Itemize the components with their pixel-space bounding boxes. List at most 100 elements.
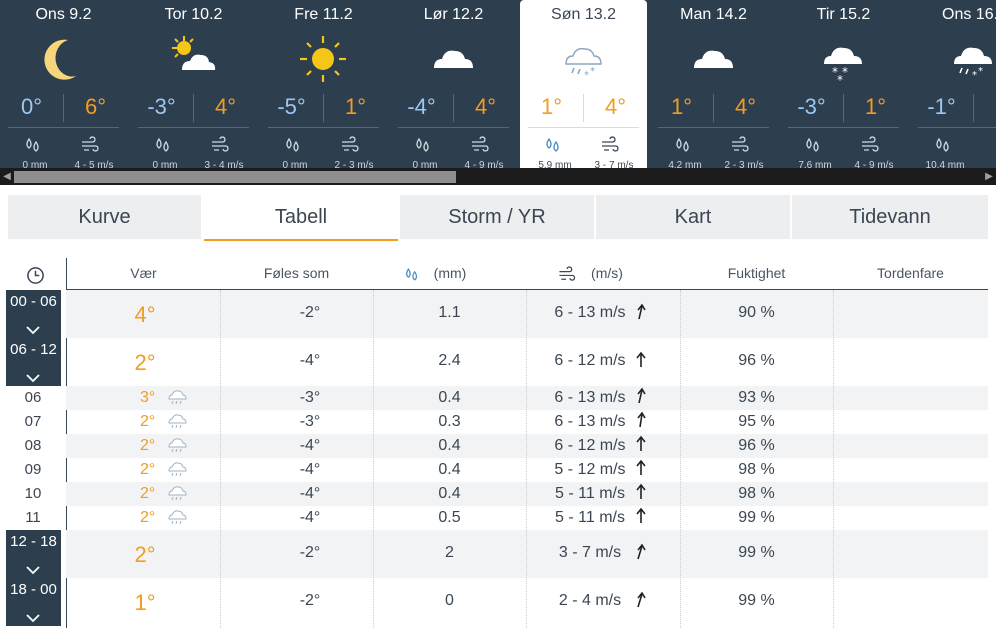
temp-divider: [973, 94, 974, 122]
hour-label: 06: [24, 389, 42, 406]
wind-direction-arrow-icon: [637, 411, 646, 428]
humidity: 99 %: [738, 592, 775, 609]
svg-text:*: *: [590, 66, 595, 77]
temp-low: -1°: [927, 94, 956, 119]
day-card-1[interactable]: Tor 10.2 -3° 4° 0 mm 3 - 4 m/s: [130, 0, 257, 168]
scroll-left-arrow-icon[interactable]: ◀: [0, 168, 14, 185]
header-wind: (m/s): [591, 265, 623, 281]
precip: 0.5: [438, 509, 461, 526]
wind-icon: [732, 136, 749, 152]
period-toggle-12-18[interactable]: 12 - 18: [6, 530, 61, 578]
wind: 2 - 4 m/s: [558, 592, 622, 609]
temp-high: 1°: [864, 94, 887, 119]
raindrops-icon: [286, 137, 299, 152]
day-label: Lør 12.2: [423, 6, 484, 23]
temperature: 2°: [134, 542, 156, 567]
temperature: 3°: [140, 389, 156, 406]
temp-low: 1°: [670, 94, 693, 119]
humidity: 96 %: [738, 437, 775, 454]
header-humidity: Fuktighet: [727, 265, 786, 281]
tab-storm-yr[interactable]: Storm / YR: [400, 195, 594, 239]
temperature: 4°: [134, 302, 156, 327]
raindrops-icon: [156, 137, 169, 152]
humidity: 98 %: [738, 485, 775, 502]
forecast-table: Vær Føles som (mm) (m/s) Fuktighet Torde…: [0, 258, 996, 630]
day-card-4-selected[interactable]: Søn 13.2 * * 1° 4° 5.9 mm 3 - 7 m/s: [520, 0, 647, 168]
humidity: 99 %: [738, 509, 775, 526]
day-label: Man 14.2: [680, 6, 747, 23]
day-card-2[interactable]: Fre 11.2 -5° 1° 0 mm 2 - 3 m/s: [260, 0, 387, 168]
day-card-6[interactable]: Tir 15.2 * * * -3° 1° 7.6 mm 4 - 9 m/s: [780, 0, 907, 168]
wind-direction-arrow-icon: [636, 351, 646, 367]
temp-low: 0°: [20, 94, 43, 119]
precip-value: 4.2 mm: [668, 160, 702, 168]
temperature: 2°: [140, 461, 156, 478]
sleet-icon: [168, 486, 187, 501]
wind-value: 4 - 5 m/s: [74, 160, 114, 168]
tab-tabell[interactable]: Tabell: [204, 195, 398, 241]
wind-direction-arrow-icon: [637, 543, 646, 560]
day-strip: Ons 9.2 0° 6° 0 mm 4 - 5 m/s Tor 10.2 -3…: [0, 0, 996, 168]
precip-value: 0 mm: [152, 160, 178, 168]
precip: 0.4: [438, 461, 461, 478]
precip-value: 0 mm: [282, 160, 308, 168]
moon-icon: [44, 39, 76, 80]
raindrops-icon: [806, 137, 819, 152]
row-divider: [918, 127, 996, 128]
temperature: 2°: [140, 413, 156, 430]
row-divider: [658, 127, 769, 128]
scrollbar-thumb[interactable]: [14, 171, 456, 183]
row-divider: [528, 127, 639, 128]
wind-icon: [602, 136, 619, 152]
period-toggle-06-12[interactable]: 06 - 12: [6, 338, 61, 386]
period-toggle-18-00[interactable]: 18 - 00: [6, 578, 61, 626]
humidity: 98 %: [738, 461, 775, 478]
row-bg: [66, 434, 988, 458]
raindrops-icon: [936, 137, 949, 152]
period-toggle-00-06[interactable]: 00 - 06: [6, 290, 61, 338]
row-bg: [66, 482, 988, 506]
humidity: 95 %: [738, 413, 775, 430]
sleet-icon: [168, 414, 187, 429]
wind-direction-arrow-icon: [636, 507, 646, 523]
day-card-5[interactable]: Man 14.2 1° 4° 4.2 mm 2 - 3 m/s: [650, 0, 777, 168]
temperature: 1°: [134, 590, 156, 615]
column-divider: [680, 290, 681, 628]
column-divider: [833, 290, 834, 628]
temperature: 2°: [140, 437, 156, 454]
wind-direction-arrow-icon: [636, 483, 646, 499]
wind-icon: [559, 266, 576, 281]
wind-icon: [212, 136, 229, 152]
temperature: 2°: [140, 509, 156, 526]
wind: 5 - 12 m/s: [554, 461, 626, 478]
clock-icon: [27, 267, 44, 284]
header-thunder: Tordenfare: [877, 265, 944, 281]
wind-direction-arrow-icon: [636, 459, 646, 475]
tab-kart[interactable]: Kart: [596, 195, 790, 239]
column-divider: [373, 290, 374, 628]
day-card-3[interactable]: Lør 12.2 -4° 4° 0 mm 4 - 9 m/s: [390, 0, 517, 168]
temp-low: -5°: [277, 94, 306, 119]
precip-value: 5.9 mm: [538, 160, 572, 168]
header-weather: Vær: [130, 265, 157, 281]
precip: 0.3: [438, 413, 461, 430]
humidity: 93 %: [738, 389, 775, 406]
humidity: 90 %: [738, 304, 775, 321]
wind: 6 - 12 m/s: [554, 352, 626, 369]
header-feels-like: Føles som: [263, 265, 330, 281]
row-bg: [66, 290, 988, 338]
temp-high: 4°: [474, 94, 497, 119]
wind: 5 - 11 m/s: [555, 509, 625, 526]
chevron-down-icon: [26, 614, 40, 623]
tab-kurve[interactable]: Kurve: [8, 195, 201, 239]
day-card-0[interactable]: Ons 9.2 0° 6° 0 mm 4 - 5 m/s: [0, 0, 127, 168]
view-tabs: Kurve Tabell Storm / YR Kart Tidevann: [8, 195, 988, 241]
precip-value: 10.4 mm: [925, 160, 965, 168]
horizontal-scrollbar[interactable]: ◀ ▶: [0, 168, 996, 185]
humidity: 96 %: [738, 352, 775, 369]
day-card-7[interactable]: Ons 16. * * -1° 10.4 mm: [910, 0, 996, 168]
wind-value: 4 - 9 m/s: [854, 160, 894, 168]
tab-tidevann[interactable]: Tidevann: [792, 195, 988, 239]
scroll-right-arrow-icon[interactable]: ▶: [982, 168, 996, 185]
wind-value: 3 - 7 m/s: [594, 160, 634, 168]
